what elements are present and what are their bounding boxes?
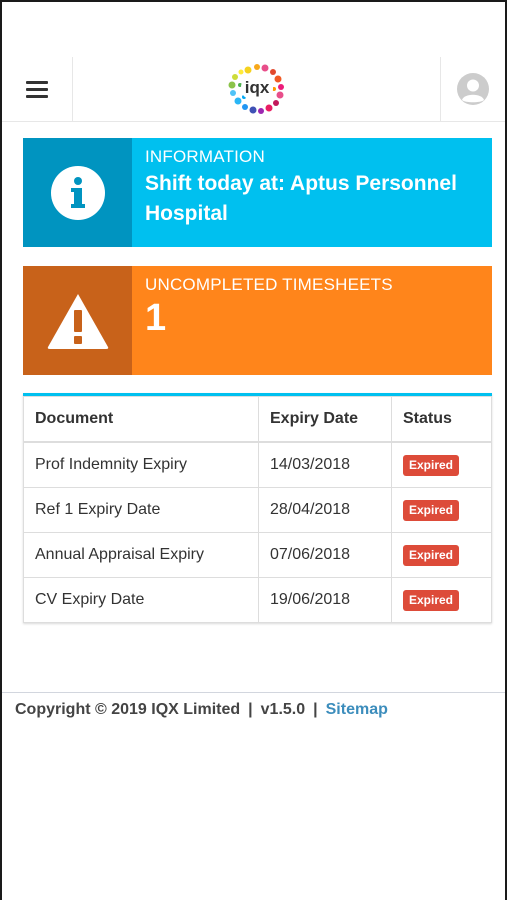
status-cell: Expired	[391, 532, 492, 578]
logo-graphic: iqx	[228, 64, 284, 114]
menu-toggle-button[interactable]	[2, 57, 73, 121]
status-cell: Expired	[391, 577, 492, 623]
user-avatar-icon	[457, 73, 489, 105]
logo-text: iqx	[245, 78, 270, 97]
expiry-date: 14/03/2018	[258, 441, 392, 488]
status-cell: Expired	[391, 487, 492, 533]
documents-panel: Document Expiry Date Status Prof Indemni…	[23, 393, 492, 623]
hamburger-menu-icon	[26, 77, 48, 102]
document-name: Prof Indemnity Expiry	[23, 441, 259, 488]
table-row[interactable]: Prof Indemnity Expiry 14/03/2018 Expired	[23, 441, 492, 488]
footer-separator: |	[248, 701, 253, 718]
status-cell: Expired	[391, 441, 492, 488]
status-badge: Expired	[403, 499, 460, 521]
info-icon	[50, 165, 105, 220]
document-name: CV Expiry Date	[23, 577, 259, 623]
timesheets-label: UNCOMPLETED TIMESHEETS	[145, 275, 393, 294]
expiry-date: 19/06/2018	[258, 577, 392, 623]
warning-icon	[47, 293, 108, 349]
warning-icon-area	[23, 266, 132, 375]
status-badge: Expired	[403, 454, 460, 476]
table-header-row: Document Expiry Date Status	[23, 396, 492, 443]
info-icon-area	[23, 138, 132, 247]
iqx-logo[interactable]: iqx	[224, 61, 290, 119]
column-header-document[interactable]: Document	[23, 396, 259, 443]
document-name: Ref 1 Expiry Date	[23, 487, 259, 533]
version-text: v1.5.0	[260, 701, 306, 718]
document-name: Annual Appraisal Expiry	[23, 532, 259, 578]
expiry-date: 07/06/2018	[258, 532, 392, 578]
timesheets-count: 1	[145, 297, 167, 339]
documents-table: Document Expiry Date Status Prof Indemni…	[23, 396, 492, 623]
information-box[interactable]: INFORMATION Shift today at: Aptus Person…	[23, 138, 492, 247]
info-text: Shift today at: Aptus Personnel Hospital	[145, 172, 457, 225]
status-badge: Expired	[403, 589, 460, 611]
top-navbar: iqx	[2, 57, 505, 122]
copyright-text: Copyright © 2019 IQX Limited	[15, 701, 241, 718]
column-header-expiry[interactable]: Expiry Date	[258, 396, 392, 443]
table-row[interactable]: Ref 1 Expiry Date 28/04/2018 Expired	[23, 487, 492, 533]
sitemap-link[interactable]: Sitemap	[326, 701, 388, 718]
page-footer: Copyright © 2019 IQX Limited | v1.5.0 | Site…	[2, 692, 505, 719]
info-label: INFORMATION	[145, 147, 265, 166]
column-header-status[interactable]: Status	[391, 396, 492, 443]
uncompleted-timesheets-box[interactable]: UNCOMPLETED TIMESHEETS 1	[23, 266, 492, 375]
table-row[interactable]: CV Expiry Date 19/06/2018 Expired	[23, 577, 492, 623]
expiry-date: 28/04/2018	[258, 487, 392, 533]
warning-content: UNCOMPLETED TIMESHEETS 1	[132, 266, 492, 375]
user-avatar-button[interactable]	[440, 57, 505, 121]
table-row[interactable]: Annual Appraisal Expiry 07/06/2018 Expir…	[23, 532, 492, 578]
info-content: INFORMATION Shift today at: Aptus Person…	[132, 138, 492, 247]
status-badge: Expired	[403, 544, 460, 566]
footer-separator: |	[313, 701, 318, 718]
